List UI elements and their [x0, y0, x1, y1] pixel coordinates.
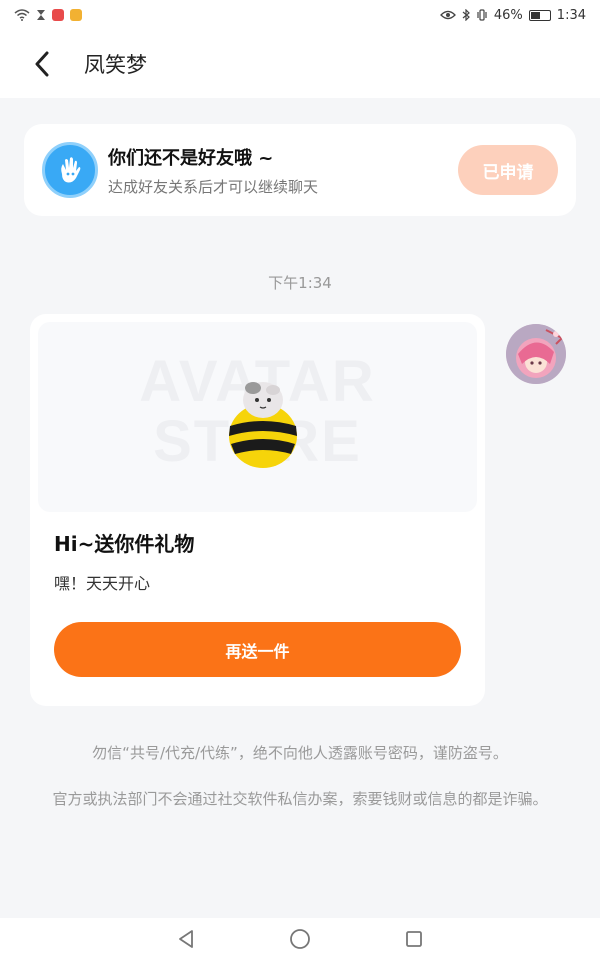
- friend-banner-subtitle: 达成好友关系后才可以继续聊天: [108, 177, 319, 196]
- battery-icon: [528, 9, 551, 21]
- message-timestamp: 下午1:34: [268, 274, 332, 292]
- gift-image: AVATARSTORE: [38, 322, 477, 512]
- status-right: 46% 1:34: [439, 7, 586, 23]
- hourglass-icon: [37, 10, 45, 20]
- back-triangle-icon: [179, 930, 193, 948]
- nav-recents-button[interactable]: [402, 927, 426, 951]
- avatar[interactable]: [506, 324, 566, 384]
- status-bar: 46% 1:34: [0, 0, 600, 30]
- bluetooth-icon: [462, 9, 470, 21]
- wifi-icon: [14, 9, 30, 21]
- applied-button[interactable]: 已申请: [458, 145, 558, 195]
- gift-message-card[interactable]: AVATARSTORE Hi~送你件礼物 嘿！天天开心 再送一件: [30, 314, 485, 706]
- app-notification-icon: [70, 9, 82, 21]
- battery-percent: 46%: [493, 7, 523, 23]
- friend-banner-title: 你们还不是好友哦 ~: [108, 147, 274, 169]
- home-circle-icon: [290, 929, 310, 949]
- send-again-button[interactable]: 再送一件: [54, 622, 461, 677]
- status-time: 1:34: [556, 7, 586, 23]
- page-title: 凤笑梦: [84, 53, 147, 77]
- gift-message: 嘿！天天开心: [54, 574, 151, 593]
- vibrate-icon: [477, 9, 487, 21]
- friend-request-banner: 你们还不是好友哦 ~ 达成好友关系后才可以继续聊天 已申请: [24, 124, 576, 216]
- status-left: [14, 9, 82, 21]
- system-nav-bar: [0, 918, 600, 960]
- app-notification-icon: [52, 9, 64, 21]
- nav-back-button[interactable]: [174, 927, 198, 951]
- eye-icon: [439, 10, 456, 20]
- nav-home-button[interactable]: [288, 927, 312, 951]
- gift-title: Hi~送你件礼物: [54, 532, 195, 556]
- bee-gift-icon: [229, 382, 297, 468]
- anti-fraud-warning-2: 官方或执法部门不会通过社交软件私信办案，索要钱财或信息的都是诈骗。: [52, 790, 548, 808]
- friend-banner-text: 你们还不是好友哦 ~ 达成好友关系后才可以继续聊天: [108, 144, 458, 197]
- chevron-left-icon: [35, 51, 49, 77]
- avatar-image: [506, 324, 566, 384]
- recents-square-icon: [406, 931, 422, 947]
- back-button[interactable]: [22, 44, 62, 84]
- anti-fraud-warning-1: 勿信“共号/代充/代练”，绝不向他人透露账号密码，谨防盗号。: [92, 744, 508, 762]
- title-bar: 凤笑梦: [0, 30, 600, 98]
- waving-hand-icon: [42, 142, 98, 198]
